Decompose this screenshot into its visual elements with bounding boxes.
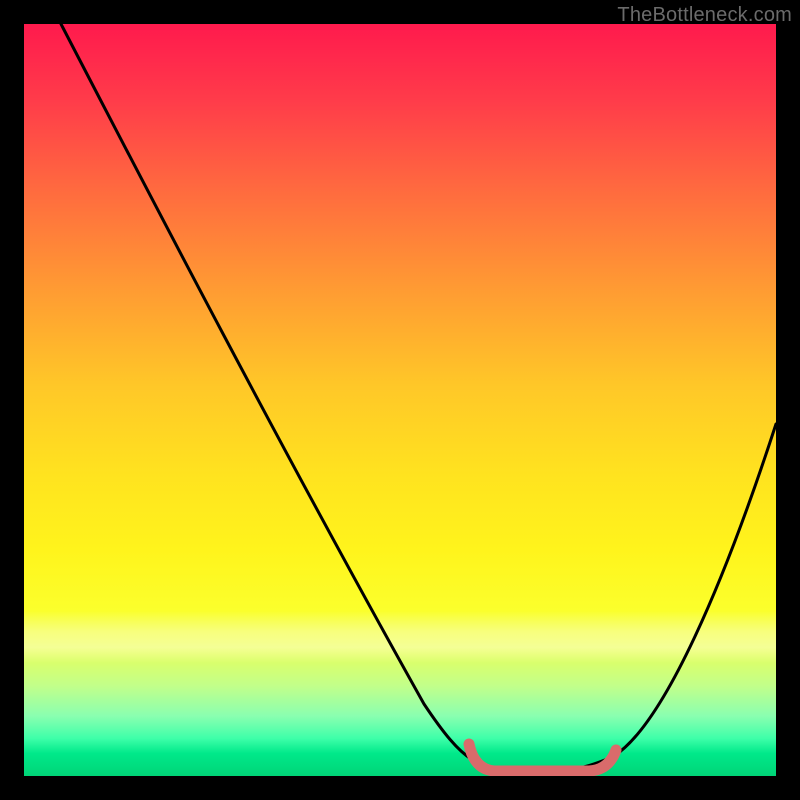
flat-marker xyxy=(469,744,616,771)
plot-area xyxy=(24,24,776,776)
chart-frame: TheBottleneck.com xyxy=(0,0,800,800)
bottleneck-curve xyxy=(61,24,776,772)
curve-layer xyxy=(24,24,776,776)
